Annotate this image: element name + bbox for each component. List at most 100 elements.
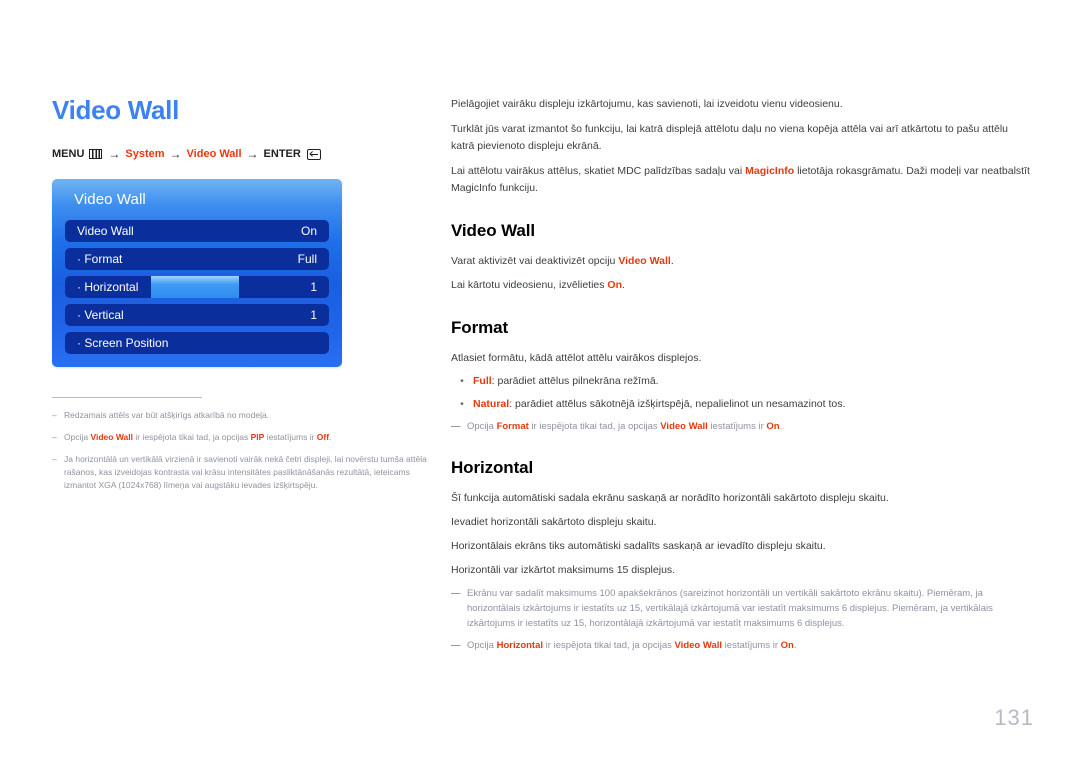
left-column: Video Wall MENU → System → Video Wall → …	[52, 95, 427, 501]
text-run: : parādiet attēlus pilnekrāna režīmā.	[491, 375, 659, 388]
bullet-dot-icon: •	[460, 398, 464, 411]
note-text: Ekrānu var sadalīt maksimums 100 apakšek…	[467, 586, 1034, 632]
text-run: .	[793, 639, 797, 651]
osd-row-label: · Horizontal	[77, 279, 139, 294]
text-run: ir iespējota tikai tad, ja opcijas	[132, 431, 251, 442]
section-paragraph: Varat aktivizēt vai deaktivizēt opciju V…	[451, 253, 1034, 270]
highlighted-term: PIP	[250, 431, 265, 442]
section-note: — Opcija Format ir iespējota tikai tad, j…	[451, 419, 1034, 434]
footnote-dash-icon: –	[52, 409, 57, 420]
osd-slider-fill[interactable]	[151, 275, 239, 298]
text-run: .	[622, 278, 625, 291]
text-run: .	[329, 431, 332, 442]
text-run: Turklāt jūs varat izmantot šo funkciju, …	[451, 123, 1009, 152]
footnote-item: – Ja horizontālā un vertikālā virzienā ir…	[52, 453, 432, 493]
highlighted-term: Full	[473, 375, 492, 388]
text-run: Varat aktivizēt vai deaktivizēt opciju	[451, 255, 619, 267]
osd-row[interactable]: · Vertical 1	[65, 303, 329, 326]
text-run: Horizontālais ekrāns tiks automātiski sa…	[451, 539, 826, 552]
osd-row-value: Full	[297, 251, 317, 266]
note-text: Opcija Format ir iespējota tikai tad, ja…	[467, 419, 1034, 434]
text-run: .	[670, 255, 674, 267]
text-run: .	[779, 420, 783, 432]
footnote-dash-icon: –	[52, 453, 57, 464]
bullet-item: • Full: parādiet attēlus pilnekrāna režīm…	[451, 373, 1034, 390]
page-title: Video Wall	[52, 95, 180, 125]
osd-row-list: Video Wall On · Format Full · Horizontal 1 · V…	[52, 219, 342, 354]
note-text: Opcija Horizontal ir iespējota tikai tad…	[467, 638, 1034, 653]
highlighted-term: On	[780, 639, 794, 651]
text-run: Opcija	[64, 431, 91, 442]
breadcrumb-arrow-3: →	[246, 146, 259, 161]
breadcrumb-menu-label: MENU	[52, 147, 85, 160]
highlighted-term: On	[766, 420, 780, 432]
osd-panel-title: Video Wall	[74, 190, 146, 208]
bullet-dot-icon: •	[460, 375, 464, 388]
osd-row[interactable]: · Format Full	[65, 247, 329, 270]
left-footnotes: – Redzamais attēls var būt atšķirīgs atka…	[52, 396, 432, 493]
bullet-text: Natural: parādiet attēlus sākotnējā izšķ…	[473, 396, 1034, 413]
text-run: Lai kārtotu videosienu, izvēlieties	[451, 278, 608, 291]
note-dash-icon: —	[451, 587, 461, 599]
text-run: Atlasiet formātu, kādā attēlot attēlu va…	[451, 351, 702, 364]
note-dash-icon: —	[451, 639, 461, 651]
breadcrumb-menu-path: MENU → System → Video Wall → ENTER	[52, 147, 412, 161]
text-run: ir iespējota tikai tad, ja opcijas	[543, 639, 675, 651]
content-sections: Video Wall Varat aktivizēt vai deaktivizē…	[451, 221, 1034, 653]
text-run: Ekrānu var sadalīt maksimums 100 apakšek…	[467, 587, 993, 630]
footnote-item: – Opcija Video Wall ir iespējota tikai ta…	[52, 431, 432, 444]
osd-row-label: · Format	[77, 251, 123, 266]
text-run: Redzamais attēls var būt atšķirīgs atkar…	[64, 409, 270, 420]
section-heading: Horizontal	[451, 458, 534, 478]
section-note: — Opcija Horizontal ir iespējota tikai ta…	[451, 638, 1034, 653]
text-run: Horizontāli var izkārtot maksimums 15 di…	[451, 563, 676, 576]
intro-paragraphs: Pielāgojiet vairāku displeju izkārtojumu…	[451, 96, 1034, 197]
osd-menu-panel: Video Wall Video Wall On · Format Full · Hor…	[52, 178, 342, 367]
footnote-item: – Redzamais attēls var būt atšķirīgs atka…	[52, 409, 432, 422]
intro-paragraph: Pielāgojiet vairāku displeju izkārtojumu…	[451, 96, 1034, 113]
page-number: 131	[994, 705, 1034, 730]
text-run: Šī funkcija automātiski sadala ekrānu sa…	[451, 492, 889, 505]
osd-row[interactable]: · Horizontal 1	[65, 275, 329, 298]
section-paragraph: Šī funkcija automātiski sadala ekrānu sa…	[451, 490, 1034, 507]
enter-return-icon	[306, 148, 321, 160]
osd-row-label: · Vertical	[77, 307, 124, 322]
section-paragraph: Lai kārtotu videosienu, izvēlieties On.	[451, 277, 1034, 294]
osd-row-label: Video Wall	[77, 223, 134, 238]
intro-paragraph: Turklāt jūs varat izmantot šo funkciju, …	[451, 121, 1034, 155]
highlighted-term: On	[607, 278, 623, 291]
right-column: Pielāgojiet vairāku displeju izkārtojumu…	[451, 96, 1034, 659]
text-run: Lai attēlotu vairākus attēlus, skatiet M…	[451, 165, 746, 177]
text-run: Opcija	[467, 639, 497, 651]
footnote-text: Opcija Video Wall ir iespējota tikai tad…	[64, 431, 432, 444]
menu-grid-icon	[89, 149, 103, 160]
breadcrumb-arrow-1: →	[108, 146, 121, 161]
footnote-divider	[52, 396, 202, 398]
highlighted-term: Video Wall	[674, 639, 723, 651]
bullet-list: • Full: parādiet attēlus pilnekrāna režīm…	[451, 373, 1034, 413]
section-paragraph: Atlasiet formātu, kādā attēlot attēlu va…	[451, 350, 1034, 367]
intro-paragraph: Lai attēlotu vairākus attēlus, skatiet M…	[451, 163, 1034, 197]
text-run: Ja horizontālā un vertikālā virzienā ir …	[64, 453, 427, 491]
text-run: iestatījums ir	[264, 431, 317, 442]
highlighted-term: Natural	[473, 398, 510, 411]
osd-row-value: On	[300, 223, 317, 238]
breadcrumb-step-video-wall: Video Wall	[186, 147, 242, 160]
section-heading: Format	[451, 317, 509, 337]
section-note: — Ekrānu var sadalīt maksimums 100 apakše…	[451, 586, 1034, 632]
highlighted-term: Video Wall	[618, 255, 671, 267]
osd-row-value: 1	[310, 307, 317, 322]
osd-row[interactable]: · Screen Position	[65, 331, 329, 354]
note-dash-icon: —	[451, 420, 461, 432]
breadcrumb-arrow-2: →	[169, 146, 182, 161]
osd-row[interactable]: Video Wall On	[65, 219, 329, 242]
manual-page: Video Wall MENU → System → Video Wall → …	[0, 0, 1080, 763]
text-run: iestatījums ir	[707, 420, 767, 432]
footnote-text: Redzamais attēls var būt atšķirīgs atkar…	[64, 409, 432, 422]
highlighted-term: Video Wall	[660, 420, 708, 432]
highlighted-term: Horizontal	[496, 639, 544, 651]
bullet-text: Full: parādiet attēlus pilnekrāna režīmā…	[473, 373, 1034, 390]
footnote-list: – Redzamais attēls var būt atšķirīgs atka…	[52, 409, 432, 493]
text-run: ir iespējota tikai tad, ja opcijas	[528, 420, 661, 432]
text-run: iestatījums ir	[722, 639, 781, 651]
